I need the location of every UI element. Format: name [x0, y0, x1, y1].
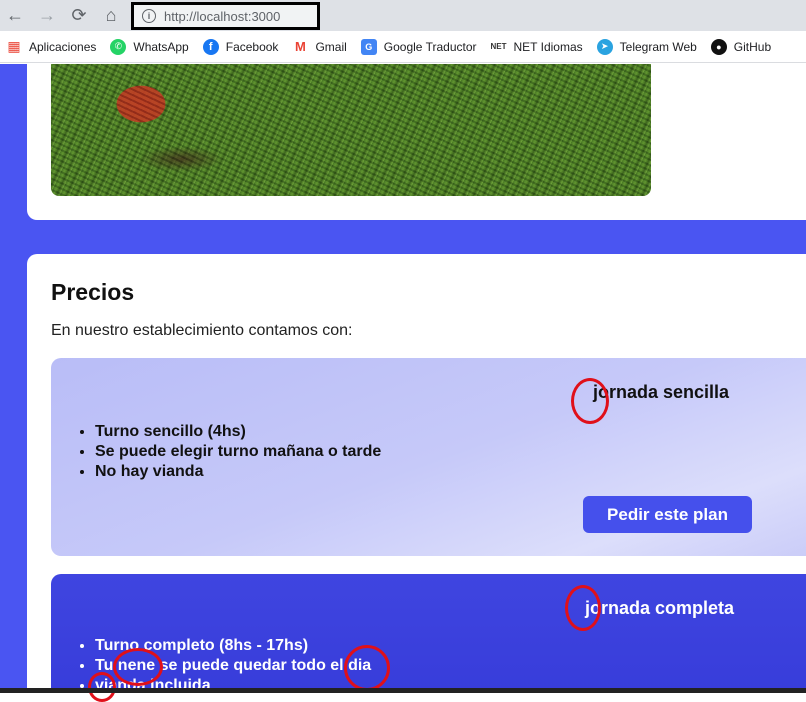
annotation-circle [113, 648, 163, 686]
gmail-icon: M [295, 39, 306, 54]
whatsapp-icon: ✆ [110, 38, 127, 55]
bookmark-aplicaciones[interactable]: ▦ Aplicaciones [6, 38, 97, 55]
prices-section: Precios En nuestro establecimiento conta… [27, 254, 806, 693]
bookmark-google-traductor[interactable]: G Google Traductor [360, 38, 477, 55]
annotation-circle [565, 585, 601, 631]
annotation-circle [571, 378, 609, 424]
bookmark-github[interactable]: ● GitHub [710, 38, 772, 55]
bookmark-label: Gmail [315, 39, 347, 54]
address-bar[interactable]: i http://localhost:3000 [131, 2, 320, 30]
site-info-icon[interactable]: i [142, 9, 156, 23]
plan-card-jornada-sencilla: jornada sencilla Turno sencillo (4hs) Se… [51, 358, 806, 556]
back-arrow-icon[interactable]: ← [4, 4, 26, 26]
grass-photo [51, 64, 651, 196]
bookmark-label: Google Traductor [383, 39, 477, 54]
google-translate-icon: G [360, 38, 377, 55]
bookmark-facebook[interactable]: f Facebook [202, 38, 279, 55]
bookmark-telegram-web[interactable]: ➤ Telegram Web [596, 38, 697, 55]
url-text: http://localhost:3000 [164, 8, 281, 24]
bookmark-label: Aplicaciones [29, 39, 97, 54]
bookmark-label: WhatsApp [133, 39, 189, 54]
bookmark-whatsapp[interactable]: ✆ WhatsApp [110, 38, 189, 55]
reload-icon[interactable]: ⟳ [68, 4, 90, 26]
annotation-circle [88, 672, 116, 702]
pedir-plan-button[interactable]: Pedir este plan [583, 496, 752, 533]
bookmark-label: Telegram Web [619, 39, 697, 54]
forward-arrow-icon[interactable]: → [36, 4, 58, 26]
prices-intro: En nuestro establecimiento contamos con: [51, 322, 353, 339]
telegram-icon: ➤ [596, 38, 613, 55]
net-idiomas-icon: NET [490, 42, 507, 51]
plan-card-jornada-completa: jornada completa Turno completo (8hs - 1… [51, 574, 806, 693]
home-icon[interactable]: ⌂ [100, 4, 122, 26]
github-icon: ● [710, 38, 727, 55]
list-item: Turno sencillo (4hs) [95, 422, 381, 442]
list-item: Se puede elegir turno mañana o tarde [95, 442, 381, 462]
list-item: No hay vianda [95, 462, 381, 482]
bookmark-net-idiomas[interactable]: NET NET Idiomas [491, 39, 583, 55]
gallery-card [27, 64, 806, 220]
page-viewport: Precios En nuestro establecimiento conta… [0, 64, 806, 693]
prices-title: Precios [51, 279, 135, 305]
annotation-circle [344, 645, 390, 691]
browser-toolbar: ← → ⟳ ⌂ i http://localhost:3000 [0, 0, 806, 31]
bookmark-gmail[interactable]: M Gmail [292, 39, 347, 55]
plan-name: jornada completa [585, 598, 735, 618]
bookmark-label: NET Idiomas [513, 39, 583, 54]
bookmark-label: Facebook [225, 39, 279, 54]
bookmark-label: GitHub [733, 39, 772, 54]
facebook-icon: f [202, 38, 219, 55]
taskbar-edge [0, 688, 806, 693]
bookmarks-bar: ▦ Aplicaciones ✆ WhatsApp f Facebook M G… [0, 31, 806, 63]
apps-grid-icon: ▦ [7, 38, 21, 54]
plan-name: jornada sencilla [593, 382, 730, 402]
plan-features: Turno sencillo (4hs) Se puede elegir tur… [73, 422, 381, 482]
